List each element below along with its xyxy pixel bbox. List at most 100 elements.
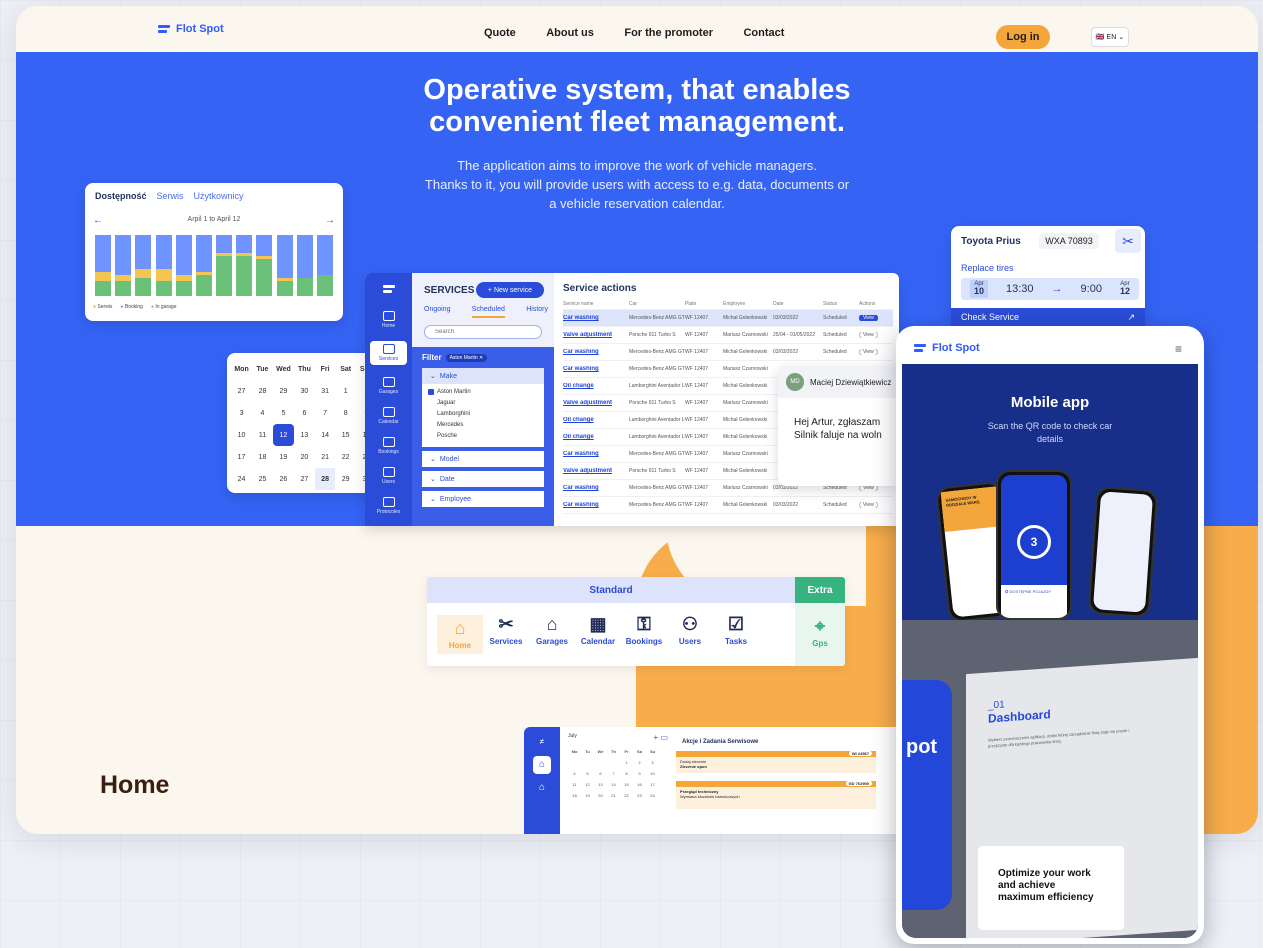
- table-row[interactable]: Valve adjustment Porsche 911 Turbo S WF 12…: [563, 327, 893, 344]
- cal-day[interactable]: 6: [335, 490, 356, 493]
- view-button[interactable]: View: [859, 502, 889, 508]
- cal-day[interactable]: 29: [273, 380, 294, 402]
- cal-day[interactable]: 20: [294, 446, 315, 468]
- cal-day[interactable]: 4: [252, 402, 273, 424]
- cal-day[interactable]: 29: [335, 468, 356, 490]
- bottom-cal-cell[interactable]: 6: [594, 768, 607, 779]
- check-service-button[interactable]: Check Service ↗: [951, 308, 1145, 326]
- tools-icon[interactable]: ✂: [1115, 229, 1141, 253]
- nav-promoter[interactable]: For the promoter: [624, 27, 713, 39]
- bottom-home-icon[interactable]: ⌂: [533, 756, 551, 774]
- plan-item-bookings[interactable]: ⚿ Bookings: [621, 615, 667, 654]
- cal-day[interactable]: 19: [273, 446, 294, 468]
- cal-day[interactable]: 25: [252, 468, 273, 490]
- tab-history[interactable]: History: [526, 306, 548, 318]
- bottom-cal-cell[interactable]: [594, 757, 607, 768]
- cal-day[interactable]: 17: [231, 446, 252, 468]
- nav-contact[interactable]: Contact: [743, 27, 784, 39]
- sidebar-item-home[interactable]: Home: [365, 311, 412, 329]
- sidebar-item-bookings[interactable]: Bookings: [365, 437, 412, 455]
- service-name-link[interactable]: Oil change: [563, 434, 629, 440]
- filter-chip[interactable]: Aston Martin ✕: [445, 353, 488, 362]
- cal-day[interactable]: 10: [231, 424, 252, 446]
- bottom-cal-cell[interactable]: 2: [633, 757, 646, 768]
- bottom-cal-cell[interactable]: 8: [620, 768, 633, 779]
- make-option[interactable]: Aston Martin: [428, 386, 538, 397]
- checkbox-icon[interactable]: [428, 400, 434, 406]
- login-button[interactable]: Log in: [996, 25, 1050, 49]
- sidebar-item-garages[interactable]: Garages: [365, 377, 412, 395]
- sidebar-item-protocoles[interactable]: Protocoles: [365, 497, 412, 515]
- service-name-link[interactable]: Car washing: [563, 502, 629, 508]
- plan-item-services[interactable]: ✂ Services: [483, 615, 529, 654]
- service-name-link[interactable]: Valve adjustment: [563, 468, 629, 474]
- cal-day[interactable]: 28: [314, 468, 336, 490]
- bottom-cal-cell[interactable]: 9: [633, 768, 646, 779]
- plan-item-gps[interactable]: ⌖ Gps: [797, 617, 843, 648]
- plan-item-calendar[interactable]: ▦ Calendar: [575, 615, 621, 654]
- nav-about[interactable]: About us: [546, 27, 594, 39]
- table-row[interactable]: Car washing Mercedes-Benz AMG GT WF 12407 M…: [563, 344, 893, 361]
- make-header[interactable]: ⌄ Make: [422, 368, 544, 384]
- sidebar-item-calendar[interactable]: Calendar: [365, 407, 412, 425]
- filter-employee[interactable]: ⌄ Employee: [422, 491, 544, 507]
- bottom-cal-cell[interactable]: 19: [581, 790, 594, 801]
- cal-day[interactable]: 22: [335, 446, 356, 468]
- sidebar-item-users[interactable]: Users: [365, 467, 412, 485]
- cal-day[interactable]: 12: [272, 424, 294, 446]
- cal-day[interactable]: 15: [335, 424, 356, 446]
- filter-model[interactable]: ⌄ Model: [422, 451, 544, 467]
- bottom-cal-cell[interactable]: 5: [581, 768, 594, 779]
- service-name-link[interactable]: Oil change: [563, 417, 629, 423]
- filter-date[interactable]: ⌄ Date: [422, 471, 544, 487]
- view-button[interactable]: View: [859, 332, 889, 338]
- bottom-cal-cell[interactable]: 11: [568, 779, 581, 790]
- bottom-add-icon[interactable]: + ▭: [654, 733, 668, 742]
- cal-day[interactable]: 18: [252, 446, 273, 468]
- search-input[interactable]: [424, 325, 542, 339]
- bottom-cal-cell[interactable]: 4: [568, 768, 581, 779]
- bottom-cal-cell[interactable]: 16: [633, 779, 646, 790]
- sidebar-item-services[interactable]: Services: [370, 341, 407, 365]
- cal-day[interactable]: 4: [294, 490, 315, 493]
- plan-item-garages[interactable]: ⌂ Garages: [529, 615, 575, 654]
- cal-day[interactable]: 5: [315, 490, 335, 493]
- bottom-cal-cell[interactable]: 22: [620, 790, 633, 801]
- service-name-link[interactable]: Valve adjustment: [563, 332, 629, 338]
- service-name-link[interactable]: Car washing: [563, 451, 629, 457]
- bottom-cal-cell[interactable]: 21: [607, 790, 620, 801]
- service-name-link[interactable]: Car washing: [563, 315, 629, 321]
- cal-day[interactable]: 14: [315, 424, 335, 446]
- tab-users[interactable]: Użytkownicy: [194, 191, 244, 201]
- bottom-task-1[interactable]: Dodaj zlecenie Zlecenie opon WI 24567: [676, 751, 876, 773]
- table-row[interactable]: Car washing Mercedes-Benz AMG GT WF 12407 M…: [563, 310, 893, 327]
- cal-day[interactable]: 26: [273, 468, 294, 490]
- plan-item-home[interactable]: ⌂ Home: [437, 615, 483, 654]
- cal-day[interactable]: 6: [294, 402, 315, 424]
- new-service-button[interactable]: + New service: [476, 282, 544, 298]
- service-name-link[interactable]: Car washing: [563, 485, 629, 491]
- cal-day[interactable]: 30: [294, 380, 315, 402]
- cal-day[interactable]: 28: [252, 380, 273, 402]
- view-button[interactable]: View: [859, 315, 889, 321]
- tab-scheduled[interactable]: Scheduled: [471, 306, 505, 318]
- plan-item-users[interactable]: ⚇ Users: [667, 615, 713, 654]
- bottom-garage-icon[interactable]: ⌂: [524, 782, 560, 793]
- service-name-link[interactable]: Oil change: [563, 383, 629, 389]
- bottom-cal-cell[interactable]: 18: [568, 790, 581, 801]
- bottom-cal-cell[interactable]: 12: [581, 779, 594, 790]
- cal-day[interactable]: 27: [231, 380, 252, 402]
- cal-day[interactable]: 1: [231, 490, 252, 493]
- hamburger-icon[interactable]: ≡: [1175, 342, 1182, 356]
- cal-day[interactable]: 5: [273, 402, 294, 424]
- cal-day[interactable]: 3: [273, 490, 294, 493]
- bottom-cal-cell[interactable]: 3: [646, 757, 659, 768]
- service-name-link[interactable]: Valve adjustment: [563, 400, 629, 406]
- bottom-cal-cell[interactable]: 14: [607, 779, 620, 790]
- make-option[interactable]: Jaguar: [428, 397, 538, 408]
- cal-day[interactable]: 8: [335, 402, 356, 424]
- cal-day[interactable]: 2: [252, 490, 273, 493]
- bottom-cal-cell[interactable]: 7: [607, 768, 620, 779]
- checkbox-icon[interactable]: [428, 422, 434, 428]
- bottom-cal-cell[interactable]: [581, 757, 594, 768]
